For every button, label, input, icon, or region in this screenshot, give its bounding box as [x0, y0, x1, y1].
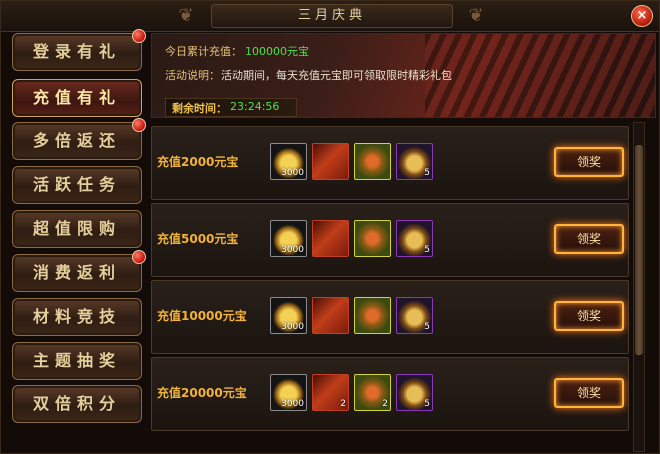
- total-recharge-label: 今日累计充值：: [165, 45, 242, 58]
- sidebar-item-label: 活跃任务: [32, 175, 121, 194]
- sidebar-item-double-points[interactable]: 双倍积分: [12, 385, 142, 423]
- item-count: 2: [382, 399, 388, 409]
- item-count: 5: [424, 168, 430, 178]
- fan-icon[interactable]: 2: [354, 374, 391, 411]
- time-remaining-label: 剩余时间：: [172, 102, 227, 115]
- close-button[interactable]: ×: [631, 5, 653, 27]
- title-bar: ❦ 三月庆典 ❦ ×: [1, 1, 659, 32]
- sidebar-item-multiple-return[interactable]: 多倍返还: [12, 118, 146, 160]
- sidebar-item-label: 双倍积分: [32, 394, 121, 413]
- scroll-icon[interactable]: 2: [312, 374, 349, 411]
- sidebar-item-theme-lottery[interactable]: 主题抽奖: [12, 342, 142, 380]
- item-count: 5: [424, 322, 430, 332]
- reward-list: 充值2000元宝 3000 5 领奖 充值5000元宝 3000 5 领奖 充值…: [151, 122, 629, 452]
- reward-row: 充值20000元宝 3000 2 2 5 领奖: [151, 357, 629, 431]
- sidebar-item-label: 多倍返还: [32, 131, 121, 150]
- reward-row: 充值10000元宝 3000 5 领奖: [151, 280, 629, 354]
- gold-ingot-icon[interactable]: 3000: [270, 220, 307, 257]
- sidebar-item-material-contest[interactable]: 材料竞技: [12, 298, 142, 336]
- fan-icon[interactable]: [354, 143, 391, 180]
- description-label: 活动说明：: [165, 69, 220, 82]
- ornament-right-icon: ❦: [468, 5, 484, 26]
- gold-ingot-icon[interactable]: 3000: [270, 374, 307, 411]
- notification-dot-icon: [132, 250, 146, 264]
- scrollbar-thumb[interactable]: [635, 145, 643, 355]
- item-count: 2: [340, 399, 346, 409]
- scrollbar[interactable]: [633, 122, 645, 452]
- time-remaining-value: 23:24:56: [230, 100, 280, 113]
- scroll-icon[interactable]: [312, 297, 349, 334]
- ornament-left-icon: ❦: [178, 5, 194, 26]
- event-window: ❦ 三月庆典 ❦ × 登录有礼 充值有礼 多倍返还 活跃任务 超值限购 消费返利…: [0, 0, 660, 454]
- notification-dot-icon: [132, 118, 146, 132]
- event-banner: 今日累计充值： 100000元宝 活动说明： 活动期间，每天充值元宝即可领取限时…: [151, 33, 656, 118]
- reward-tier-label: 充值2000元宝: [157, 155, 239, 169]
- sidebar-item-label: 主题抽奖: [32, 351, 121, 370]
- reward-tier-label: 充值5000元宝: [157, 232, 239, 246]
- fan-icon[interactable]: [354, 297, 391, 334]
- reward-row: 充值2000元宝 3000 5 领奖: [151, 126, 629, 200]
- sidebar-item-limited-purchase[interactable]: 超值限购: [12, 210, 142, 248]
- claim-button[interactable]: 领奖: [554, 224, 624, 254]
- item-count: 5: [424, 245, 430, 255]
- claim-button[interactable]: 领奖: [554, 147, 624, 177]
- sidebar-item-label: 登录有礼: [32, 42, 121, 61]
- sidebar-item-label: 消费返利: [32, 263, 121, 282]
- sidebar-item-label: 充值有礼: [32, 88, 121, 107]
- reward-tier-label: 充值20000元宝: [157, 386, 247, 400]
- description-text: 活动期间，每天充值元宝即可领取限时精彩礼包: [221, 69, 452, 82]
- window-title: 三月庆典: [211, 4, 453, 28]
- sidebar: 登录有礼 充值有礼 多倍返还 活跃任务 超值限购 消费返利 材料竞技 主题抽奖 …: [6, 29, 147, 453]
- scroll-icon[interactable]: [312, 143, 349, 180]
- treasure-bag-icon[interactable]: 5: [396, 374, 433, 411]
- claim-button[interactable]: 领奖: [554, 301, 624, 331]
- sidebar-item-spend-rebate[interactable]: 消费返利: [12, 250, 146, 292]
- item-count: 3000: [281, 245, 304, 255]
- reward-row: 充值5000元宝 3000 5 领奖: [151, 203, 629, 277]
- sidebar-item-recharge-gift[interactable]: 充值有礼: [12, 79, 142, 117]
- treasure-bag-icon[interactable]: 5: [396, 297, 433, 334]
- sidebar-item-label: 材料竞技: [32, 307, 121, 326]
- gold-ingot-icon[interactable]: 3000: [270, 297, 307, 334]
- item-count: 3000: [281, 168, 304, 178]
- item-count: 3000: [281, 399, 304, 409]
- treasure-bag-icon[interactable]: 5: [396, 220, 433, 257]
- total-recharge-value: 100000元宝: [245, 45, 309, 58]
- claim-button[interactable]: 领奖: [554, 378, 624, 408]
- fan-icon[interactable]: [354, 220, 391, 257]
- sidebar-item-login-gift[interactable]: 登录有礼: [12, 29, 146, 71]
- sidebar-item-label: 超值限购: [32, 219, 121, 238]
- reward-tier-label: 充值10000元宝: [157, 309, 247, 323]
- gold-ingot-icon[interactable]: 3000: [270, 143, 307, 180]
- item-count: 5: [424, 399, 430, 409]
- notification-dot-icon: [132, 29, 146, 43]
- banner-decoration: [425, 34, 655, 117]
- treasure-bag-icon[interactable]: 5: [396, 143, 433, 180]
- sidebar-item-active-tasks[interactable]: 活跃任务: [12, 166, 142, 204]
- scroll-icon[interactable]: [312, 220, 349, 257]
- item-count: 3000: [281, 322, 304, 332]
